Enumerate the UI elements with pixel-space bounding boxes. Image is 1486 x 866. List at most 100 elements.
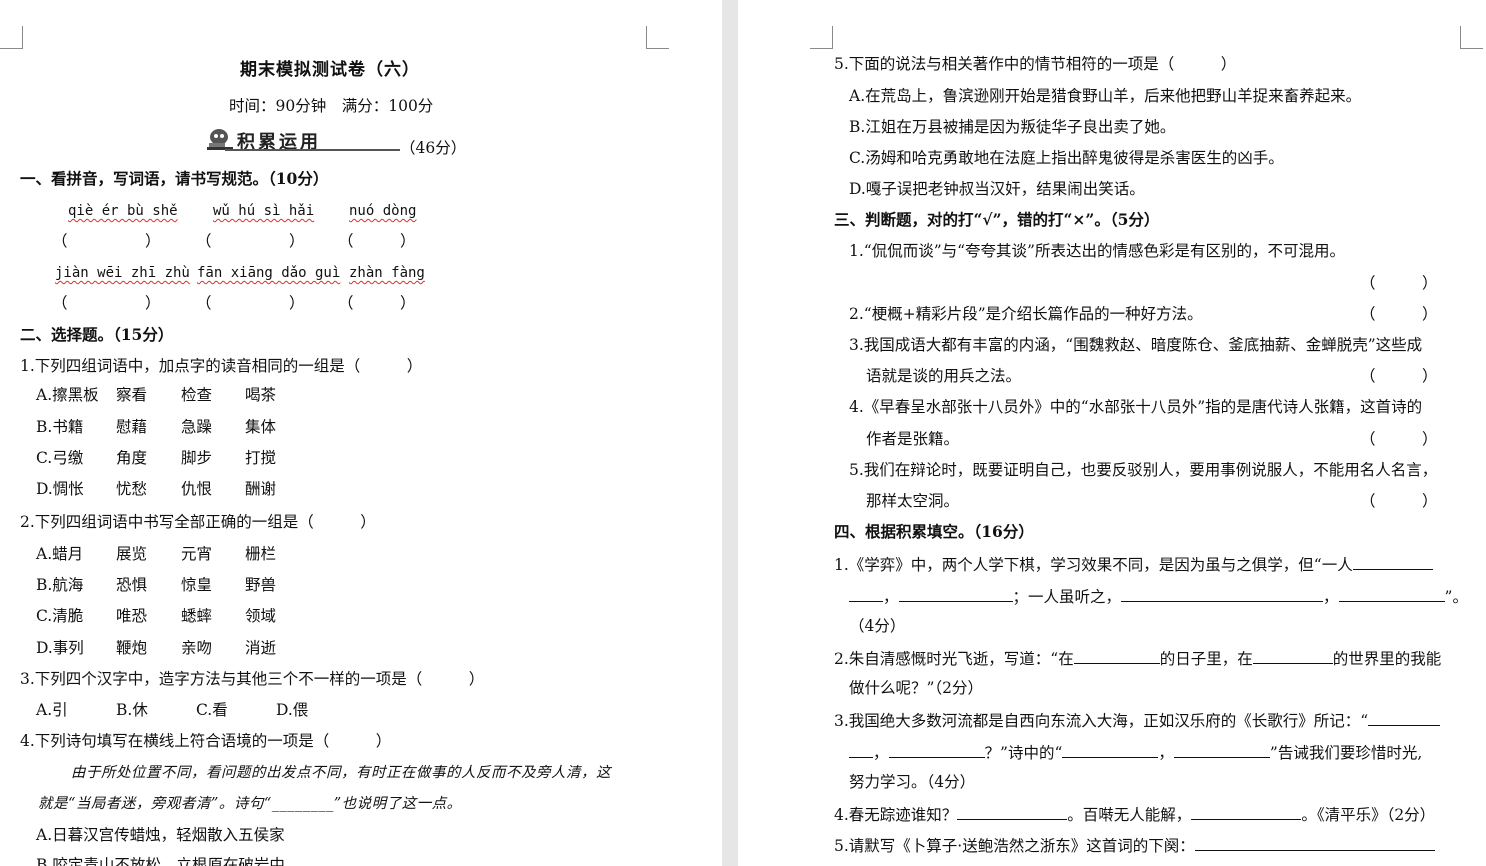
pinyin-1: qiè ér bù shě [68,203,178,219]
option-text: 恐惧 [116,576,148,594]
question-2: 2.下列四组词语中书写全部正确的一组是（ ） [20,513,376,531]
option-text: A.在荒岛上，鲁滨逊刚开始是猎食野山羊，后来他把野山羊捉来畜养起来。 [849,87,1362,105]
fill-text: ， [873,744,889,762]
answer-box[interactable]: （ ） [196,293,305,313]
option-text: 酬谢 [245,480,277,498]
option-text: 集体 [245,418,277,436]
fill-item-5: 5.请默写《卜算子·送鲍浩然之浙东》这首词的下阕： [834,834,1435,856]
fill-blank[interactable] [849,585,883,602]
option-text: B.航海 [36,576,84,594]
fill-text: 。百啭无人能解， [1067,806,1192,824]
crop-mark [810,26,833,49]
fill-text: ？”诗中的“ [984,744,1063,762]
option-text: D.嘎子误把老钟叔当汉奸，结果闹出笑话。 [849,180,1145,198]
option-text: 野兽 [245,576,277,594]
answer-box[interactable]: （ ） [52,293,161,313]
fill-item-3: 3.我国绝大多数河流都是自西向东流入大海，正如汉乐府的《长歌行》所记：“ [834,709,1441,731]
pinyin-6: zhàn fàng [349,265,425,281]
fill-blank[interactable] [1368,709,1441,726]
question-5: 5.下面的说法与相关著作中的情节相符的一项是（ ） [834,55,1237,73]
option-text: A.日暮汉宫传蜡烛，轻烟散入五侯家 [36,826,285,844]
fill-text: 5.请默写《卜算子·送鲍浩然之浙东》这首词的下阕： [834,837,1195,855]
answer-box[interactable]: （ ） [1360,273,1438,293]
answer-box[interactable]: （ ） [338,293,416,313]
fill-text: ”告诫我们要珍惜时光, [1269,744,1423,762]
fill-text: ；一人虽听之， [1012,588,1122,606]
judge-item: 作者是张籍。 [866,430,960,448]
fill-blank[interactable] [1073,647,1160,664]
option-text: 打搅 [245,449,277,467]
pinyin-4: jiàn wēi zhī zhù [55,265,190,281]
option-text: B.书籍 [36,418,84,436]
crop-mark [1460,26,1483,49]
fill-blank[interactable] [1062,741,1159,758]
banner-underline [225,149,400,151]
answer-box[interactable]: （ ） [1360,304,1438,324]
option-text: 仇恨 [181,480,213,498]
fill-blank[interactable] [1352,553,1433,570]
section-2-heading: 二、选择题。（15分） [20,325,174,344]
pinyin-5: fān xiāng dǎo guì [197,265,341,281]
fill-blank[interactable] [1194,834,1435,851]
option-text: 鞭炮 [116,639,148,657]
fill-item-1: 1.《学弈》中，两个人学下棋，学习效果不同，是因为虽与之俱学，但“一人 [834,553,1433,575]
option-text: A.引 [36,701,68,719]
option-text: 蟋蟀 [181,607,213,625]
pinyin-2: wǔ hú sì hǎi [213,203,315,219]
fill-item-4: 4.春无踪迹谁知？ 。百啭无人能解， 。《清平乐》（2分） [834,803,1435,825]
answer-box[interactable]: （ ） [1360,366,1438,386]
section-4-heading: 四、根据积累填空。（16分） [834,522,1034,541]
option-text: C.弓缴 [36,449,84,467]
judge-item: 5.我们在辩论时，既要证明自己，也要反驳别人，要用事例说服人，不能用名人名言， [849,461,1438,479]
option-text: 察看 [116,386,148,404]
option-text: B.咬定青山不放松，立根原在破岩中 [36,856,285,866]
fill-text: ， [1158,744,1174,762]
judge-item: 3.我国成语大都有丰富的内涵，“围魏救赵、暗度陈仓、釜底抽薪、金蝉脱壳”这些成 [849,336,1423,354]
fill-blank[interactable] [898,585,1013,602]
fill-blank[interactable] [1191,803,1302,820]
answer-box[interactable]: （ ） [196,231,305,251]
answer-box[interactable]: （ ） [1360,491,1438,511]
option-text: A.蜡月 [36,545,84,563]
fill-text: 的日子里，在 [1159,650,1253,668]
answer-box[interactable]: （ ） [52,231,161,251]
fill-blank[interactable] [1121,585,1324,602]
fill-text: 4.春无踪迹谁知？ [834,806,958,824]
option-text: 忧愁 [116,480,148,498]
fill-text: ， [1323,588,1339,606]
option-text: 展览 [116,545,148,563]
fill-blank[interactable] [888,741,985,758]
option-text: 领域 [245,607,277,625]
option-text: D.偎 [276,701,309,719]
fill-item-2-cont: 做什么呢？”（2分） [849,679,984,697]
fill-blank[interactable] [849,741,873,758]
fill-text: 。《清平乐》（2分） [1301,806,1436,824]
section-banner: 积累运用 [205,127,400,153]
fill-text: ”。 [1444,588,1468,606]
option-text: D.惆怅 [36,480,84,498]
fill-blank[interactable] [1252,647,1333,664]
exam-title: 期末模拟测试卷（六） [240,60,420,80]
option-text: 消逝 [245,639,277,657]
option-text: B.休 [116,701,148,719]
question-1: 1.下列四组词语中，加点字的读音相同的一组是（ ） [20,357,423,375]
answer-box[interactable]: （ ） [338,231,416,251]
page-right: 5.下面的说法与相关著作中的情节相符的一项是（ ） A.在荒岛上，鲁滨逊刚开始是… [738,0,1486,866]
fill-text: 1.《学弈》中，两个人学下棋，学习效果不同，是因为虽与之俱学，但“一人 [834,556,1353,574]
fill-blank[interactable] [957,803,1068,820]
crop-mark [646,26,669,49]
pinyin-3: nuó dòng [349,203,417,219]
exam-meta: 时间：90分钟 满分：100分 [229,97,434,115]
fill-blank[interactable] [1338,585,1445,602]
option-text: 检查 [181,386,213,404]
question-4: 4.下列诗句填写在横线上符合语境的一项是（ ） [20,732,392,750]
page-left: 期末模拟测试卷（六） 时间：90分钟 满分：100分 积累运用 （46分） 一、… [0,0,722,866]
fill-blank[interactable] [1173,741,1270,758]
option-text: 栅栏 [245,545,277,563]
passage-line: 就是“当局者迷，旁观者清”。诗句“________”也说明了这一点。 [38,796,462,812]
answer-box[interactable]: （ ） [1360,429,1438,449]
page-gutter [722,0,738,866]
option-text: C.汤姆和哈克勇敢地在法庭上指出醉鬼彼得是杀害医生的凶手。 [849,149,1284,167]
fill-item-3-cont2: 努力学习。（4分） [849,773,976,791]
option-text: 唯恐 [116,607,148,625]
